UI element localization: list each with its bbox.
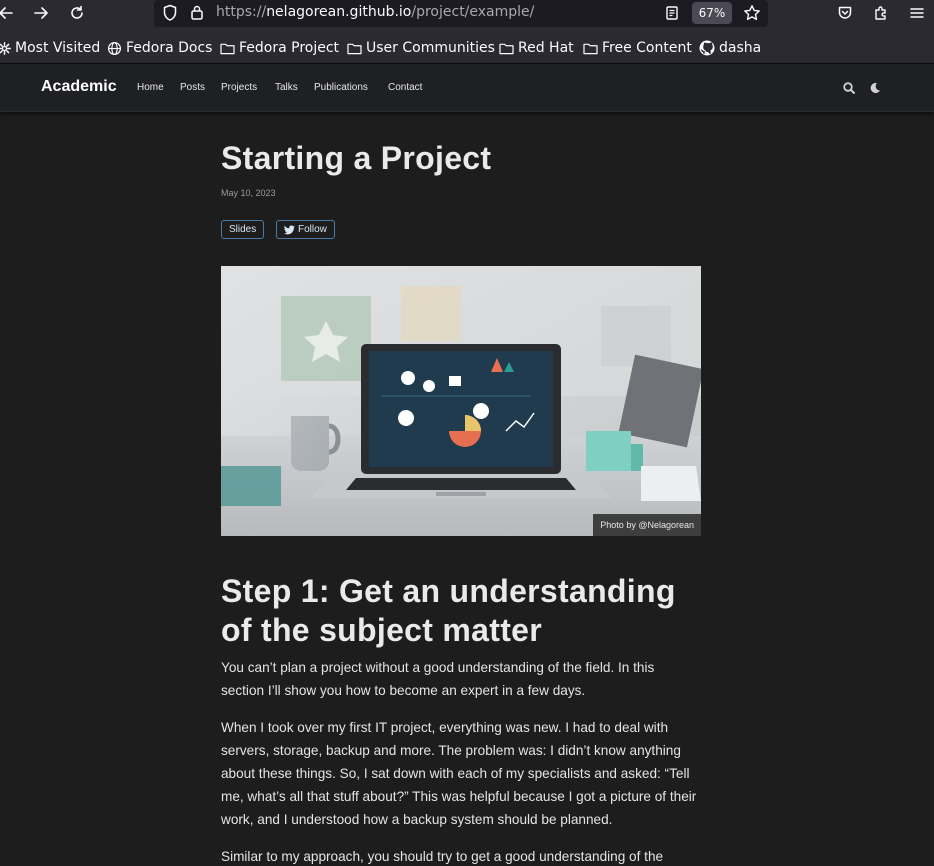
post-date: May 10, 2023 <box>221 188 276 198</box>
paragraph: When I took over my first IT project, ev… <box>221 720 697 827</box>
pocket-icon[interactable] <box>833 2 857 24</box>
bookmark-label: Most Visited <box>15 40 101 56</box>
site-brand[interactable]: Academic <box>41 78 117 96</box>
moon-icon[interactable] <box>868 80 882 94</box>
nav-contact[interactable]: Contact <box>388 82 422 93</box>
globe-icon <box>107 41 122 55</box>
url-path: /project/example/ <box>411 4 535 20</box>
site-navbar: Academic Home Posts Projects Talks Publi… <box>0 64 934 112</box>
nav-publications[interactable]: Publications <box>314 82 368 93</box>
address-bar[interactable]: https://nelagorean.github.io/project/exa… <box>154 0 768 27</box>
nav-talks[interactable]: Talks <box>275 82 298 93</box>
paragraph: You can’t plan a project without a good … <box>221 660 655 698</box>
bookmark-label: User Communities <box>366 40 495 56</box>
twitter-follow-button[interactable]: Follow <box>276 220 335 239</box>
bookmarks-toolbar: Most Visited Fedora Docs Fedora Project … <box>0 29 934 64</box>
bookmark-fedora-project[interactable]: Fedora Project <box>220 38 339 58</box>
github-icon <box>699 40 715 56</box>
browser-toolbar: https://nelagorean.github.io/project/exa… <box>0 0 934 29</box>
laptop-desk-photo <box>221 266 701 536</box>
star-icon[interactable] <box>743 4 761 26</box>
bookmark-label: Free Content <box>602 40 692 56</box>
bookmark-label: Fedora Docs <box>126 40 213 56</box>
search-icon[interactable] <box>842 80 856 94</box>
section-heading: Step 1: Get an understanding of the subj… <box>221 573 676 648</box>
folder-icon <box>499 43 514 54</box>
nav-projects[interactable]: Projects <box>221 82 257 93</box>
featured-image: Photo by @Nelagorean <box>221 266 701 536</box>
bookmark-label: Fedora Project <box>239 40 340 56</box>
zoom-level-button[interactable]: 67% <box>692 2 732 24</box>
bookmark-most-visited[interactable]: Most Visited <box>0 38 100 58</box>
folder-icon <box>220 43 235 54</box>
reload-icon[interactable] <box>65 2 89 24</box>
folder-icon <box>583 43 598 54</box>
shield-icon[interactable] <box>162 4 178 26</box>
gear-icon <box>0 41 11 55</box>
back-icon[interactable] <box>0 2 18 24</box>
url-text[interactable]: https://nelagorean.github.io/project/exa… <box>216 4 534 20</box>
forward-icon[interactable] <box>29 2 53 24</box>
menu-icon[interactable] <box>905 2 929 24</box>
bookmark-red-hat[interactable]: Red Hat <box>499 38 574 58</box>
nav-home[interactable]: Home <box>137 82 164 93</box>
url-scheme: https:// <box>216 4 267 20</box>
image-caption: Photo by @Nelagorean <box>593 514 701 536</box>
bookmark-label: Red Hat <box>518 40 574 56</box>
lock-icon[interactable] <box>190 4 204 25</box>
folder-icon <box>347 43 362 54</box>
web-page: Academic Home Posts Projects Talks Publi… <box>0 64 934 866</box>
slides-label: Slides <box>229 224 257 235</box>
bookmark-user-communities[interactable]: User Communities <box>347 38 495 58</box>
nav-posts[interactable]: Posts <box>180 82 205 93</box>
url-host: nelagorean.github.io <box>266 4 412 20</box>
follow-label: Follow <box>298 224 327 235</box>
slides-button[interactable]: Slides <box>221 220 265 239</box>
twitter-icon <box>284 224 295 234</box>
paragraph: Similar to my approach, you should try t… <box>221 849 664 864</box>
reader-mode-icon[interactable] <box>664 5 680 25</box>
extensions-icon[interactable] <box>869 2 893 24</box>
page-title: Starting a Project <box>221 140 492 176</box>
bookmark-free-content[interactable]: Free Content <box>583 38 692 58</box>
bookmark-fedora-docs[interactable]: Fedora Docs <box>107 38 212 58</box>
bookmark-dasha[interactable]: dasha <box>699 38 761 58</box>
bookmark-label: dasha <box>719 40 762 56</box>
